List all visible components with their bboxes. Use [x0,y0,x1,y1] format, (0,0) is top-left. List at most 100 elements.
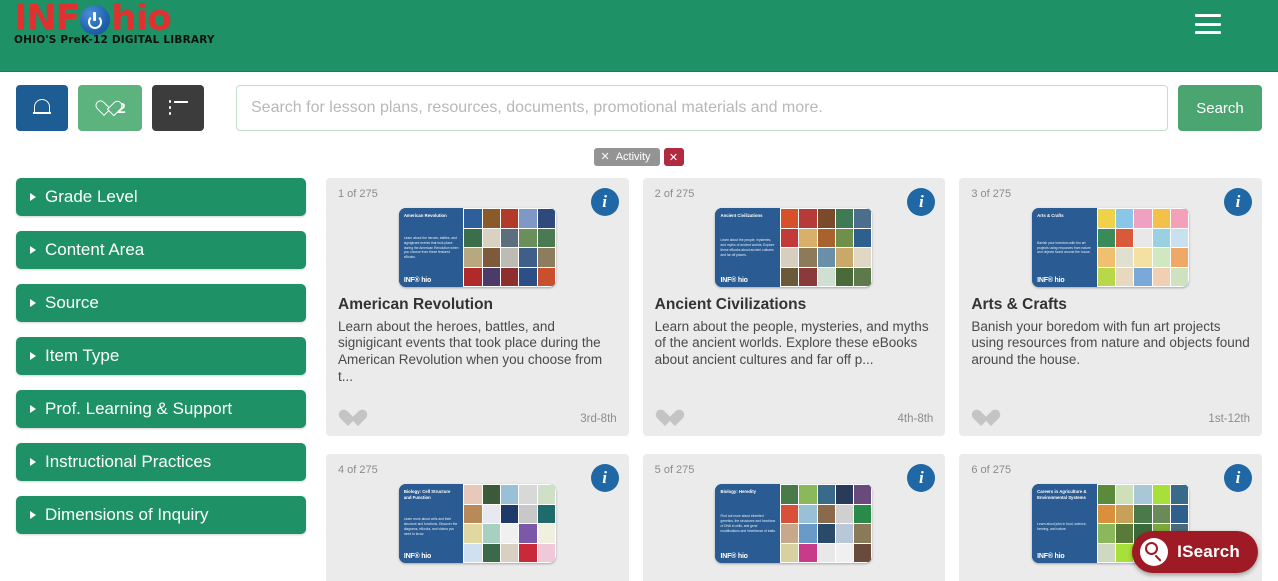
result-card[interactable]: 3 of 275 i Arts & Crafts Banish your bor… [959,178,1262,436]
result-grade-range: 3rd-8th [580,413,617,425]
filter-chip-label: Activity [615,151,651,163]
site-logo[interactable]: INF hio OHIO'S PreK-12 DIGITAL LIBRARY [14,0,215,47]
search-button[interactable]: Search [1178,85,1262,131]
chevron-right-icon [30,458,36,466]
info-icon[interactable]: i [907,464,936,492]
result-card-footer: 3rd-8th [338,410,617,428]
result-card[interactable]: 4 of 275 i Biology: Cell Structure and F… [326,454,629,581]
thumbnail-title: Careers in Agriculture & Environmental S… [1037,489,1087,500]
thumbnail-description: Find out more about inherited genetics, … [720,514,776,533]
thumbnail-logo: INF® hio [403,277,432,284]
thumbnail-title: Arts & Crafts [1037,213,1064,218]
info-icon[interactable]: i [907,188,936,216]
result-thumbnail: American Revolution Learn about the hero… [398,208,556,287]
thumbnail-cover-grid [1096,208,1190,287]
sidebar-item-source[interactable]: Source [16,284,306,322]
thumbnail-description: Learn about jobs in food, science, farmi… [1037,522,1087,531]
heart-icon [94,100,113,117]
bell-icon [33,98,51,118]
result-counter: 2 of 275 [654,188,695,200]
sidebar-item-item-type[interactable]: Item Type [16,337,306,375]
sidebar-item-dimensions-of-inquiry[interactable]: Dimensions of Inquiry [16,496,306,534]
thumbnail-logo: INF® hio [1037,277,1065,284]
result-thumbnail: Arts & Crafts Banish your boredom with f… [1032,208,1190,287]
result-description: Banish your boredom with fun art project… [971,318,1250,368]
my-lists-button[interactable] [152,85,204,131]
info-icon[interactable]: i [1223,464,1252,492]
logo-wordmark: INF hio [14,0,194,39]
favorites-button[interactable]: 2 [78,85,142,131]
result-card-footer: 4th-8th [655,410,934,428]
thumbnail-logo: INF® hio [1037,553,1065,560]
info-icon[interactable]: i [590,464,619,492]
isearch-floating-button[interactable]: ISearch [1132,531,1258,573]
result-card-footer: 1st-12th [971,410,1250,428]
result-card[interactable]: 5 of 275 i Biology: Heredity Find out mo… [642,454,946,581]
logo-tagline: OHIO'S PreK-12 DIGITAL LIBRARY [14,34,215,46]
result-counter: 3 of 275 [971,188,1012,200]
thumbnail-logo: INF® hio [403,553,432,560]
sidebar-item-label: Content Area [45,240,145,259]
thumbnail-cover-grid [463,208,556,287]
heart-icon[interactable] [971,410,991,428]
result-counter: 6 of 275 [971,464,1012,476]
sidebar-item-grade-level[interactable]: Grade Level [16,178,306,216]
notifications-button[interactable] [16,85,68,131]
power-icon [80,5,111,35]
sidebar-item-label: Item Type [45,346,120,365]
search-power-icon [1140,538,1169,566]
site-header: INF hio OHIO'S PreK-12 DIGITAL LIBRARY [0,0,1278,72]
main-content: Grade Level Content Area Source Item Typ… [0,170,1278,581]
chevron-right-icon [30,299,36,307]
result-title[interactable]: Ancient Civilizations [655,296,934,315]
sidebar-item-label: Source [45,293,99,312]
result-counter: 1 of 275 [338,188,378,200]
logo-text-second: hio [111,0,172,39]
isearch-label: ISearch [1177,542,1240,561]
result-card[interactable]: 2 of 275 i Ancient Civilizations Learn a… [642,178,946,436]
info-icon[interactable]: i [590,188,619,216]
chevron-right-icon [30,246,36,254]
result-thumbnail: Ancient Civilizations Learn about the pe… [715,208,873,287]
sidebar-item-prof-learning-support[interactable]: Prof. Learning & Support [16,390,306,428]
thumbnail-logo: INF® hio [720,276,748,284]
thumbnail-cover-grid [779,484,873,563]
thumbnail-description: Banish your boredom with fun art project… [1037,240,1091,255]
sidebar-item-instructional-practices[interactable]: Instructional Practices [16,443,306,481]
search-toolbar: 2 Search [0,72,1278,144]
sidebar-item-label: Prof. Learning & Support [45,399,233,418]
thumbnail-description: Learn about the people, mysteries, and m… [720,238,775,257]
sidebar-item-label: Instructional Practices [45,452,212,471]
thumbnail-cover-grid [779,208,873,287]
thumbnail-title: Biology: Cell Structure and Function [403,489,451,500]
thumbnail-logo: INF® hio [720,552,748,560]
result-title[interactable]: American Revolution [338,296,617,315]
results-grid: 1 of 275 i American Revolution Learn abo… [326,178,1262,581]
list-icon [168,100,188,116]
chevron-right-icon [30,405,36,413]
clear-all-filters-button[interactable]: ✕ [663,148,684,166]
close-icon: ✕ [600,150,610,163]
heart-icon[interactable] [655,410,675,428]
chevron-right-icon [30,193,36,201]
result-counter: 4 of 275 [338,464,378,476]
sidebar-item-label: Grade Level [45,187,138,206]
sidebar-item-label: Dimensions of Inquiry [45,505,209,524]
thumbnail-title: Ancient Civilizations [720,213,763,218]
hamburger-menu-icon[interactable] [1195,14,1221,34]
result-card[interactable]: 1 of 275 i American Revolution Learn abo… [326,178,629,436]
result-grade-range: 1st-12th [1208,413,1250,425]
info-icon[interactable]: i [1223,188,1252,216]
thumbnail-description: Learn more about cells and their structu… [403,517,458,536]
result-title[interactable]: Arts & Crafts [971,296,1250,315]
facet-sidebar: Grade Level Content Area Source Item Typ… [16,178,306,581]
result-grade-range: 4th-8th [897,413,934,425]
thumbnail-description: Learn about the heroes, battles, and sig… [403,235,459,260]
logo-text-first: INF [14,0,80,39]
filter-chip-activity[interactable]: ✕ Activity [594,148,660,166]
search-input[interactable] [236,85,1168,131]
thumbnail-title: Biology: Heredity [720,489,757,494]
sidebar-item-content-area[interactable]: Content Area [16,231,306,269]
heart-icon[interactable] [338,410,358,428]
close-icon: ✕ [668,151,679,164]
